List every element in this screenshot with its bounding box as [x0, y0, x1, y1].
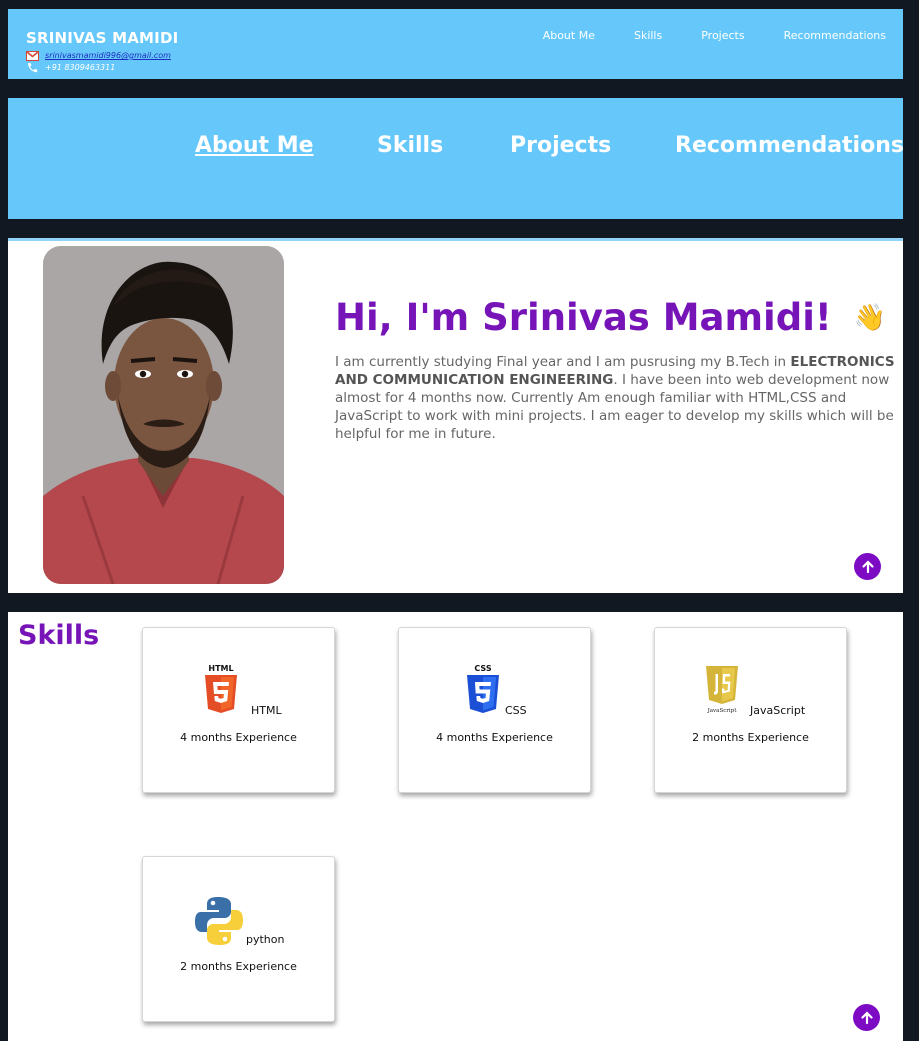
skill-card-javascript: JavaScript JavaScript 2 months Experienc… [654, 627, 847, 793]
main-nav-recommendations[interactable]: Recommendations [675, 133, 904, 158]
scroll-top-button[interactable] [854, 553, 881, 580]
greeting-text: Hi, I'm Srinivas Mamidi! [335, 296, 832, 339]
skill-name-python: python [246, 933, 285, 946]
skills-section: Skills HTML HTML 4 months Experience CSS… [8, 612, 903, 1041]
javascript-logo-label: JavaScript [707, 708, 738, 714]
main-nav: About Me Skills Projects Recommendations [8, 98, 904, 219]
waving-hand-icon: 👋 [853, 302, 887, 333]
profile-photo [43, 246, 284, 584]
about-text-part-1: I am currently studying Final year and I… [335, 354, 791, 370]
skill-experience-javascript: 2 months Experience [692, 731, 809, 744]
header-nav-about[interactable]: About Me [543, 29, 595, 42]
email-row[interactable]: srinivasmamidi996@gmail.com [26, 50, 171, 61]
phone-row: +91 8309463311 [26, 62, 115, 73]
main-nav-skills[interactable]: Skills [377, 133, 443, 158]
scroll-top-button-skills[interactable] [853, 1004, 880, 1031]
skill-name-css: CSS [505, 704, 527, 717]
header-nav-recommendations[interactable]: Recommendations [784, 29, 886, 42]
css3-logo-label: CSS [474, 664, 491, 673]
skill-name-html: HTML [251, 704, 282, 717]
phone-number: +91 8309463311 [45, 63, 116, 72]
skill-card-html: HTML HTML 4 months Experience [142, 627, 335, 793]
email-link[interactable]: srinivasmamidi996@gmail.com [45, 51, 171, 60]
about-description: I am currently studying Final year and I… [335, 353, 897, 443]
skill-card-python: python 2 months Experience [142, 856, 335, 1022]
css3-icon: CSS [467, 664, 499, 713]
header-nav: About Me Skills Projects Recommendations [543, 29, 886, 42]
skills-heading: Skills [18, 620, 100, 651]
phone-icon [28, 63, 38, 73]
main-nav-about[interactable]: About Me [195, 133, 314, 158]
html5-logo-label: HTML [208, 664, 233, 673]
skill-experience-python: 2 months Experience [180, 960, 297, 973]
skill-experience-css: 4 months Experience [436, 731, 553, 744]
top-header: SRINIVAS MAMIDI srinivasmamidi996@gmail.… [8, 9, 903, 79]
site-name: SRINIVAS MAMIDI [26, 29, 179, 47]
javascript-icon: JavaScript [706, 666, 738, 714]
header-nav-skills[interactable]: Skills [634, 29, 662, 42]
greeting-heading: Hi, I'm Srinivas Mamidi! 👋 [335, 296, 886, 339]
skill-name-javascript: JavaScript [750, 704, 806, 717]
python-icon [195, 897, 243, 945]
gmail-icon [26, 50, 39, 61]
skill-experience-html: 4 months Experience [180, 731, 297, 744]
portrait-illustration [43, 246, 284, 584]
skill-card-css: CSS CSS 4 months Experience [398, 627, 591, 793]
header-nav-projects[interactable]: Projects [701, 29, 744, 42]
arrow-up-icon [861, 559, 874, 573]
about-section: Hi, I'm Srinivas Mamidi! 👋 I am currentl… [8, 238, 903, 593]
main-nav-projects[interactable]: Projects [510, 133, 611, 158]
html5-icon: HTML [205, 664, 237, 713]
arrow-up-icon [860, 1010, 873, 1024]
